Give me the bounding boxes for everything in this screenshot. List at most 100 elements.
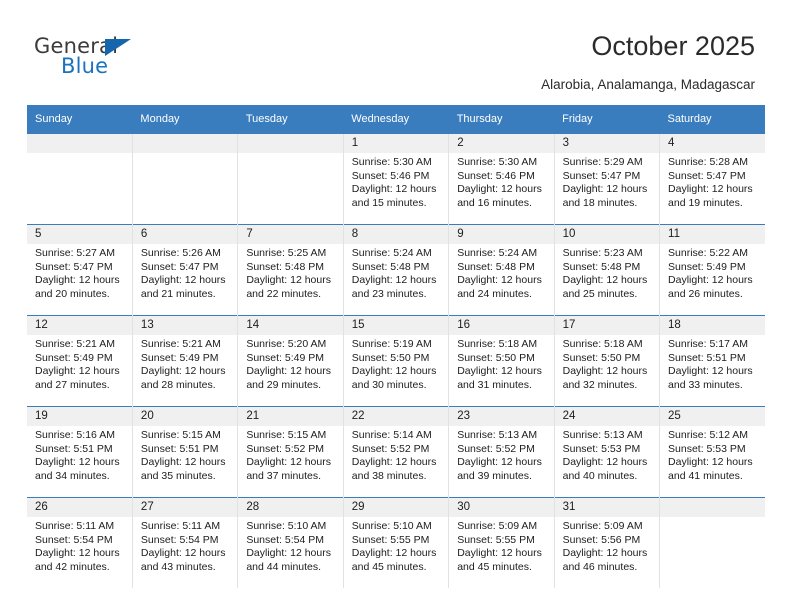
calendar-day-cell[interactable]: 16 Sunrise: 5:18 AM Sunset: 5:50 PM Dayligh… xyxy=(448,315,555,407)
calendar-week-row: 19 Sunrise: 5:16 AM Sunset: 5:51 PM Dayligh… xyxy=(27,406,765,498)
daylight-text: Daylight: 12 hours and 46 minutes. xyxy=(562,547,648,573)
day-number: 1 xyxy=(343,134,449,153)
calendar-day-cell[interactable]: 29 Sunrise: 5:10 AM Sunset: 5:55 PM Dayligh… xyxy=(342,497,449,588)
daylight-text: Daylight: 12 hours and 45 minutes. xyxy=(457,547,542,573)
sunrise-text: Sunrise: 5:28 AM xyxy=(668,156,748,168)
day-number: 29 xyxy=(343,498,449,517)
day-number: 19 xyxy=(27,407,132,426)
sunset-text: Sunset: 5:50 PM xyxy=(457,351,535,364)
day-number: 24 xyxy=(554,407,660,426)
sunrise-text: Sunrise: 5:11 AM xyxy=(140,520,221,532)
day-details: Sunrise: 5:29 AM Sunset: 5:47 PM Daylight:… xyxy=(555,153,659,210)
day-number: 13 xyxy=(132,316,238,335)
calendar-cell-empty xyxy=(659,497,765,588)
day-details: Sunrise: 5:15 AM Sunset: 5:52 PM Daylight:… xyxy=(238,426,342,483)
sunrise-text: Sunrise: 5:10 AM xyxy=(246,520,327,532)
sunrise-text: Sunrise: 5:24 AM xyxy=(457,247,538,259)
sunset-text: Sunset: 5:49 PM xyxy=(668,260,746,273)
day-number: 15 xyxy=(343,316,449,335)
day-number: 16 xyxy=(449,316,554,335)
calendar-day-cell[interactable]: 11 Sunrise: 5:22 AM Sunset: 5:49 PM Dayligh… xyxy=(659,224,765,316)
calendar-cell-empty xyxy=(131,133,238,225)
day-details: Sunrise: 5:24 AM Sunset: 5:48 PM Daylight:… xyxy=(344,244,448,301)
calendar-day-cell[interactable]: 30 Sunrise: 5:09 AM Sunset: 5:55 PM Dayligh… xyxy=(448,497,555,588)
calendar-week-row: 12 Sunrise: 5:21 AM Sunset: 5:49 PM Dayligh… xyxy=(27,315,765,407)
calendar-day-cell[interactable]: 19 Sunrise: 5:16 AM Sunset: 5:51 PM Dayligh… xyxy=(27,406,133,498)
triangle-icon xyxy=(105,39,131,56)
calendar-day-cell[interactable]: 26 Sunrise: 5:11 AM Sunset: 5:54 PM Dayligh… xyxy=(27,497,133,588)
calendar-day-cell[interactable]: 17 Sunrise: 5:18 AM Sunset: 5:50 PM Dayligh… xyxy=(553,315,660,407)
day-number: 7 xyxy=(238,225,343,244)
daylight-text: Daylight: 12 hours and 20 minutes. xyxy=(35,274,120,300)
daylight-text: Daylight: 12 hours and 38 minutes. xyxy=(351,456,437,482)
day-number: 28 xyxy=(238,498,343,517)
daylight-text: Daylight: 12 hours and 44 minutes. xyxy=(246,547,331,573)
sunset-text: Sunset: 5:51 PM xyxy=(668,351,746,364)
day-details: Sunrise: 5:27 AM Sunset: 5:47 PM Daylight:… xyxy=(27,244,132,301)
calendar-day-cell[interactable]: 10 Sunrise: 5:23 AM Sunset: 5:48 PM Dayligh… xyxy=(553,224,660,316)
day-number xyxy=(238,134,343,153)
weekday-header-wednesday: Wednesday xyxy=(343,105,449,134)
sunrise-text: Sunrise: 5:17 AM xyxy=(668,338,748,350)
day-number: 6 xyxy=(132,225,238,244)
calendar-day-cell[interactable]: 27 Sunrise: 5:11 AM Sunset: 5:54 PM Dayligh… xyxy=(131,497,238,588)
sunset-text: Sunset: 5:55 PM xyxy=(351,533,430,546)
day-details: Sunrise: 5:13 AM Sunset: 5:52 PM Daylight:… xyxy=(449,426,553,483)
weekday-header-thursday: Thursday xyxy=(448,105,555,134)
calendar-day-cell[interactable]: 7 Sunrise: 5:25 AM Sunset: 5:48 PM Daylight… xyxy=(237,224,344,316)
calendar-day-cell[interactable]: 2 Sunrise: 5:30 AM Sunset: 5:46 PM Daylight… xyxy=(448,133,555,225)
calendar-day-cell[interactable]: 21 Sunrise: 5:15 AM Sunset: 5:52 PM Dayligh… xyxy=(237,406,344,498)
sunrise-text: Sunrise: 5:16 AM xyxy=(35,429,115,441)
calendar-day-cell[interactable]: 13 Sunrise: 5:21 AM Sunset: 5:49 PM Dayligh… xyxy=(131,315,238,407)
calendar-day-cell[interactable]: 5 Sunrise: 5:27 AM Sunset: 5:47 PM Daylight… xyxy=(27,224,133,316)
sunrise-text: Sunrise: 5:09 AM xyxy=(562,520,643,532)
calendar-day-cell[interactable]: 28 Sunrise: 5:10 AM Sunset: 5:54 PM Dayligh… xyxy=(237,497,344,588)
sunset-text: Sunset: 5:49 PM xyxy=(140,351,219,364)
sunset-text: Sunset: 5:46 PM xyxy=(457,169,535,182)
daylight-text: Daylight: 12 hours and 40 minutes. xyxy=(562,456,648,482)
calendar-day-cell[interactable]: 4 Sunrise: 5:28 AM Sunset: 5:47 PM Daylight… xyxy=(659,133,765,225)
calendar-cell-empty xyxy=(27,133,133,225)
day-number: 2 xyxy=(449,134,554,153)
day-details: Sunrise: 5:21 AM Sunset: 5:49 PM Daylight:… xyxy=(133,335,237,392)
calendar-page: General Blue October 2025 Alarobia, Anal… xyxy=(0,0,792,612)
sunset-text: Sunset: 5:46 PM xyxy=(351,169,430,182)
day-details: Sunrise: 5:21 AM Sunset: 5:49 PM Daylight:… xyxy=(27,335,132,392)
sunset-text: Sunset: 5:49 PM xyxy=(35,351,113,364)
general-blue-logo[interactable]: General Blue xyxy=(34,36,174,84)
calendar-day-cell[interactable]: 14 Sunrise: 5:20 AM Sunset: 5:49 PM Dayligh… xyxy=(237,315,344,407)
calendar-day-cell[interactable]: 22 Sunrise: 5:14 AM Sunset: 5:52 PM Dayligh… xyxy=(342,406,449,498)
calendar-table: Sunday Monday Tuesday Wednesday Thursday… xyxy=(27,105,765,588)
sunrise-text: Sunrise: 5:18 AM xyxy=(562,338,643,350)
calendar-day-cell[interactable]: 3 Sunrise: 5:29 AM Sunset: 5:47 PM Daylight… xyxy=(553,133,660,225)
calendar-day-cell[interactable]: 15 Sunrise: 5:19 AM Sunset: 5:50 PM Dayligh… xyxy=(342,315,449,407)
calendar-day-cell[interactable]: 24 Sunrise: 5:13 AM Sunset: 5:53 PM Dayligh… xyxy=(553,406,660,498)
daylight-text: Daylight: 12 hours and 22 minutes. xyxy=(246,274,331,300)
calendar-day-cell[interactable]: 1 Sunrise: 5:30 AM Sunset: 5:46 PM Daylight… xyxy=(342,133,449,225)
day-details: Sunrise: 5:26 AM Sunset: 5:47 PM Daylight:… xyxy=(133,244,237,301)
day-details: Sunrise: 5:13 AM Sunset: 5:53 PM Daylight:… xyxy=(555,426,659,483)
day-number: 14 xyxy=(238,316,343,335)
sunrise-text: Sunrise: 5:13 AM xyxy=(457,429,538,441)
calendar-day-cell[interactable]: 18 Sunrise: 5:17 AM Sunset: 5:51 PM Dayligh… xyxy=(659,315,765,407)
calendar-day-cell[interactable]: 6 Sunrise: 5:26 AM Sunset: 5:47 PM Daylight… xyxy=(131,224,238,316)
calendar-day-cell[interactable]: 20 Sunrise: 5:15 AM Sunset: 5:51 PM Dayligh… xyxy=(131,406,238,498)
day-details: Sunrise: 5:18 AM Sunset: 5:50 PM Daylight:… xyxy=(449,335,553,392)
day-details: Sunrise: 5:14 AM Sunset: 5:52 PM Daylight:… xyxy=(344,426,448,483)
daylight-text: Daylight: 12 hours and 37 minutes. xyxy=(246,456,331,482)
calendar-day-cell[interactable]: 23 Sunrise: 5:13 AM Sunset: 5:52 PM Dayligh… xyxy=(448,406,555,498)
day-details: Sunrise: 5:10 AM Sunset: 5:55 PM Daylight:… xyxy=(344,517,448,574)
day-details: Sunrise: 5:10 AM Sunset: 5:54 PM Daylight:… xyxy=(238,517,342,574)
day-details: Sunrise: 5:11 AM Sunset: 5:54 PM Daylight:… xyxy=(133,517,237,574)
calendar-day-cell[interactable]: 8 Sunrise: 5:24 AM Sunset: 5:48 PM Daylight… xyxy=(342,224,449,316)
daylight-text: Daylight: 12 hours and 28 minutes. xyxy=(140,365,226,391)
calendar-cell-empty xyxy=(237,133,344,225)
sunrise-text: Sunrise: 5:20 AM xyxy=(246,338,327,350)
calendar-day-cell[interactable]: 31 Sunrise: 5:09 AM Sunset: 5:56 PM Dayligh… xyxy=(553,497,660,588)
calendar-day-cell[interactable]: 12 Sunrise: 5:21 AM Sunset: 5:49 PM Dayligh… xyxy=(27,315,133,407)
day-details: Sunrise: 5:20 AM Sunset: 5:49 PM Daylight:… xyxy=(238,335,342,392)
calendar-day-cell[interactable]: 9 Sunrise: 5:24 AM Sunset: 5:48 PM Daylight… xyxy=(448,224,555,316)
day-number: 22 xyxy=(343,407,449,426)
sunrise-text: Sunrise: 5:14 AM xyxy=(351,429,432,441)
calendar-day-cell[interactable]: 25 Sunrise: 5:12 AM Sunset: 5:53 PM Dayligh… xyxy=(659,406,765,498)
